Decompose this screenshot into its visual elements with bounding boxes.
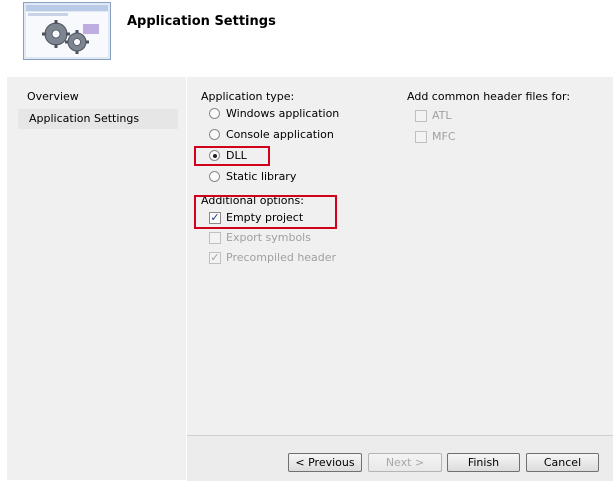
checkbox-icon <box>415 131 427 143</box>
checkbox-checked-icon: ✓ <box>209 251 221 264</box>
nav-item-application-settings[interactable]: Application Settings <box>18 109 178 129</box>
navigation-panel <box>7 77 186 480</box>
radio-button-icon <box>209 129 220 140</box>
radio-button-icon <box>209 108 220 119</box>
next-button: Next > <box>368 453 442 472</box>
wizard-header-icon <box>23 2 111 60</box>
radio-label: Windows application <box>226 107 340 120</box>
checkbox-icon <box>415 110 427 122</box>
common-header-files-label: Add common header files for: <box>407 90 571 103</box>
cancel-button[interactable]: Cancel <box>526 453 599 472</box>
radio-label: Console application <box>226 128 334 141</box>
application-type-label: Application type: <box>201 90 295 103</box>
nav-item-overview[interactable]: Overview <box>27 90 79 103</box>
radio-button-icon <box>209 171 220 182</box>
checkbox-label: Export symbols <box>226 231 311 244</box>
empty-project-highlight-box <box>194 195 337 229</box>
finish-button[interactable]: Finish <box>447 453 520 472</box>
page-title: Application Settings <box>127 14 276 29</box>
checkbox-label: ATL <box>432 109 452 122</box>
checkbox-icon <box>209 232 221 244</box>
radio-label: Static library <box>226 170 297 183</box>
checkbox-label: Precompiled header <box>226 251 337 264</box>
checkbox-label: MFC <box>432 130 456 143</box>
previous-button[interactable]: < Previous <box>288 453 362 472</box>
dll-highlight-box <box>194 146 270 166</box>
